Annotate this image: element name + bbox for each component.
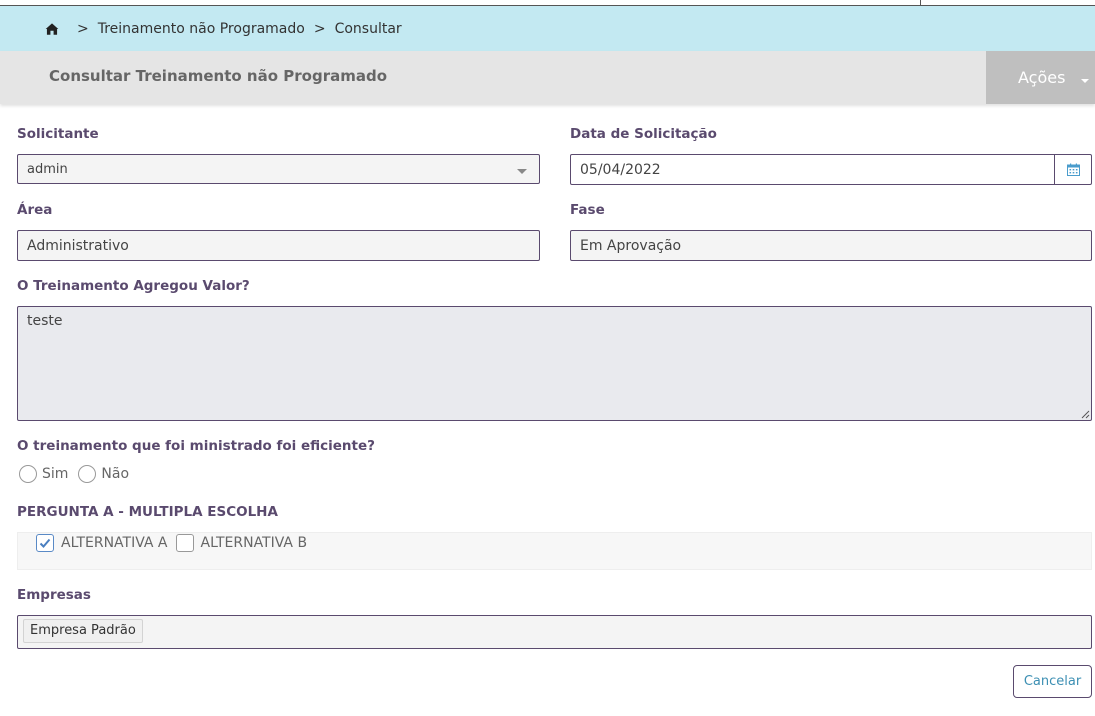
empresa-tag[interactable]: Empresa Padrão	[23, 619, 143, 643]
fase-label: Fase	[570, 202, 605, 218]
data-solicitacao-value: 05/04/2022	[580, 161, 661, 178]
area-value: Administrativo	[27, 237, 129, 254]
pergunta-a-checkbox-group: ALTERNATIVA A ALTERNATIVA B	[36, 534, 315, 552]
radio-sim-label: Sim	[42, 466, 69, 482]
empresas-tags-input[interactable]: Empresa Padrão	[17, 615, 1092, 649]
solicitante-select[interactable]: admin	[17, 154, 540, 184]
calendar-icon	[1066, 163, 1080, 176]
data-solicitacao-input[interactable]: 05/04/2022	[570, 154, 1055, 185]
radio-sim[interactable]	[19, 465, 37, 483]
empresas-label: Empresas	[17, 587, 91, 603]
solicitante-value: admin	[27, 161, 68, 177]
data-solicitacao-label: Data de Solicitação	[570, 126, 717, 142]
chevron-down-icon	[517, 169, 527, 174]
calendar-button[interactable]	[1054, 154, 1092, 185]
check-icon	[39, 538, 51, 548]
radio-option-sim[interactable]: Sim	[19, 465, 68, 483]
checkbox-alternativa-b[interactable]	[175, 534, 194, 552]
pergunta-a-label: PERGUNTA A - MULTIPLA ESCOLHA	[17, 504, 278, 520]
page-title: Consultar Treinamento não Programado	[49, 67, 388, 85]
radio-nao[interactable]	[78, 465, 97, 483]
breadcrumb-item-treinamento[interactable]: Treinamento não Programado	[98, 21, 305, 37]
breadcrumb: > Treinamento não Programado > Consultar	[0, 6, 1095, 51]
checkbox-option-alternativa-a[interactable]: ALTERNATIVA A	[36, 534, 168, 552]
title-bar: Consultar Treinamento não Programado Açõ…	[0, 51, 1095, 104]
eficiente-radio-group: Sim Não	[19, 465, 139, 483]
actions-dropdown-button[interactable]: Ações	[986, 51, 1095, 104]
breadcrumb-separator: >	[77, 20, 89, 37]
home-icon[interactable]	[45, 22, 59, 36]
radio-option-nao[interactable]: Não	[78, 465, 129, 483]
area-label: Área	[17, 202, 53, 218]
breadcrumb-item-consultar: Consultar	[334, 20, 402, 37]
agregou-valor-textarea[interactable]: teste	[17, 306, 1092, 421]
checkbox-alternativa-a-label: ALTERNATIVA A	[61, 535, 168, 551]
agregou-valor-label: O Treinamento Agregou Valor?	[17, 278, 250, 294]
checkbox-alternativa-a[interactable]	[36, 534, 54, 552]
area-field[interactable]: Administrativo	[17, 230, 540, 261]
cancel-button[interactable]: Cancelar	[1013, 665, 1092, 698]
fase-field[interactable]: Em Aprovação	[570, 230, 1092, 261]
radio-nao-label: Não	[101, 466, 130, 482]
pergunta-a-panel: ALTERNATIVA A ALTERNATIVA B	[17, 532, 1092, 570]
fase-value: Em Aprovação	[580, 237, 682, 254]
solicitante-label: Solicitante	[17, 126, 99, 142]
actions-label: Ações	[1018, 68, 1066, 87]
caret-down-icon	[1081, 79, 1089, 83]
checkbox-option-alternativa-b[interactable]: ALTERNATIVA B	[175, 534, 308, 552]
breadcrumb-separator: >	[313, 20, 326, 37]
eficiente-label: O treinamento que foi ministrado foi efi…	[17, 438, 375, 454]
checkbox-alternativa-b-label: ALTERNATIVA B	[200, 535, 308, 551]
agregou-valor-value: teste	[27, 313, 63, 329]
resize-handle-icon[interactable]	[1080, 409, 1090, 419]
